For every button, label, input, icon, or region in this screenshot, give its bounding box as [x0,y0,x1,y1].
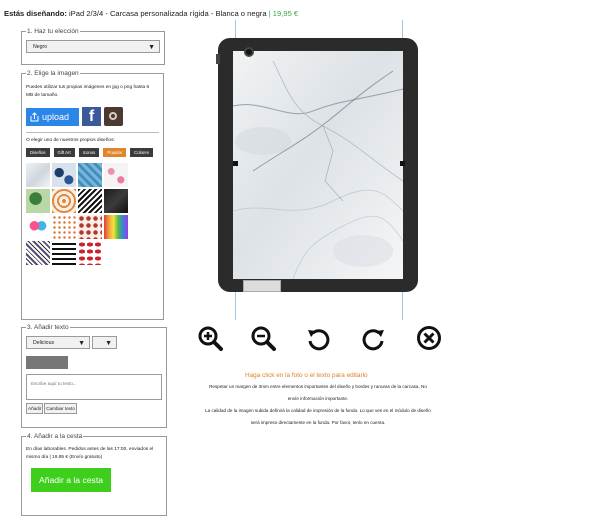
product-name: iPad 2/3/4 - Carcasa personalizada rígid… [69,9,267,18]
color-select-value: Negro [33,44,48,50]
design-thumb-tropical[interactable] [26,189,50,213]
step-image-legend: 2. Elige la imagen [27,70,79,77]
design-thumb-marble[interactable] [26,163,50,187]
marble-design-image [233,51,403,279]
design-thumb-stripes[interactable] [52,241,76,265]
design-thumb-heart[interactable] [26,215,50,239]
resize-handle-left[interactable] [233,161,238,166]
resize-handle-right[interactable] [400,161,405,166]
design-thumbnails [26,163,159,265]
camera-icon [244,47,254,57]
upload-instructions: Puedes utilizar tus propias imágenes en … [26,85,150,98]
add-to-cart-button[interactable]: Añadir a la cesta [31,468,111,492]
info-line-1: Respetar un margen de 3mm entre elemento… [209,384,427,389]
design-thumb-flamingos[interactable] [104,163,128,187]
add-text-button[interactable]: Añadir [26,403,44,414]
zoom-in-icon[interactable] [197,325,223,351]
side-slot [216,54,220,64]
step-choose-panel: 1. Haz tu elección Negro ▼ [21,28,165,65]
step-cart-legend: 4. Añadir a la cesta [27,433,83,440]
design-thumb-orange-pattern[interactable] [52,189,76,213]
step-text-legend: 3. Añadir texto [27,324,69,331]
font-select[interactable]: Delicious ▼ [26,336,90,349]
font-size-select[interactable]: ▼ [92,336,117,349]
design-thumb-black-marble[interactable] [104,189,128,213]
section-divider [26,132,159,133]
zoom-out-icon[interactable] [250,325,276,351]
chevron-down-icon: ▼ [78,340,85,347]
design-thumb-zigzag[interactable] [26,241,50,265]
step-choose-legend: 1. Haz tu elección [27,28,79,35]
delete-icon[interactable] [416,325,442,351]
category-gift-art[interactable]: Gift Art [53,148,75,157]
upload-button[interactable]: upload [26,107,79,126]
category-tabs: Diseños Gift Art Iconos Popular Colores [26,148,159,157]
case-preview[interactable] [216,38,418,292]
header-separator: | [268,9,271,18]
category-icons[interactable]: Iconos [78,148,100,157]
design-thumb-dots[interactable] [52,215,76,239]
font-controls: Delicious ▼ ▼ [26,336,162,349]
font-select-value: Delicious [33,340,55,346]
change-text-button[interactable]: Cambiar texto [44,403,77,414]
design-thumb-blue-texture[interactable] [78,163,102,187]
design-thumb-lips[interactable] [78,241,102,265]
case-image-area[interactable] [233,51,403,279]
category-designs[interactable]: Diseños [26,148,50,157]
step-text-panel: 3. Añadir texto Delicious ▼ ▼ Añadir Cam… [21,324,167,428]
facebook-icon[interactable]: f [82,107,101,126]
upload-label: upload [42,111,70,122]
text-buttons: Añadir Cambiar texto [26,403,162,414]
product-header: Estás diseñando: iPad 2/3/4 - Carcasa pe… [4,9,298,18]
product-price: 19,95 € [272,9,299,18]
rotate-right-icon[interactable] [361,325,387,351]
choose-design-text: O elegir uno de nuestros propios diseños… [26,138,115,143]
chevron-down-icon: ▼ [105,340,112,347]
step-image-panel: 2. Elige la imagen Puedes utilizar tus p… [21,70,164,320]
edit-hint: Haga click en la foto o el texto para ed… [245,372,368,379]
text-color-swatch[interactable] [26,356,68,369]
design-thumb-blue-leaves[interactable] [52,163,76,187]
upload-row: upload f [26,107,159,126]
design-thumb-chevron[interactable] [78,189,102,213]
dock-connector [243,280,281,292]
color-select[interactable]: Negro ▼ [26,40,160,53]
text-input[interactable] [26,374,162,400]
designing-label: Estás diseñando: [4,9,67,18]
design-thumb-paint-drips[interactable] [104,215,128,239]
upload-icon [30,111,39,121]
category-popular[interactable]: Popular [103,148,127,157]
chevron-down-icon: ▼ [148,44,155,51]
shipping-info: En días laborables. Pedidos antes de las… [26,447,154,460]
rotate-left-icon[interactable] [305,325,331,351]
instagram-icon[interactable] [104,107,123,126]
info-line-3: La calidad de la imagen subida definirá … [205,408,431,413]
design-thumb-red-pattern[interactable] [78,215,102,239]
info-line-4: será impreso directamente en la funda. P… [250,420,386,425]
category-colors[interactable]: Colores [130,148,153,157]
info-line-2: envíe información importante. [287,396,349,401]
step-cart-panel: 4. Añadir a la cesta En días laborables.… [21,433,167,516]
